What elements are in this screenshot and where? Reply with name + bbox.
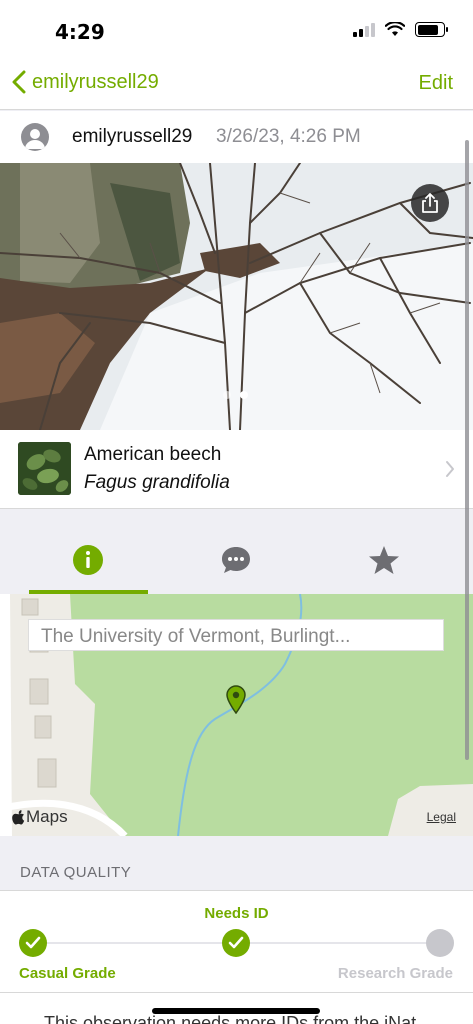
observation-photo[interactable] xyxy=(0,163,473,430)
avatar xyxy=(21,123,49,151)
detail-tabs xyxy=(0,510,473,594)
observer-row[interactable]: emilyrussell29 3/26/23, 4:26 PM xyxy=(0,111,473,163)
tab-favorites[interactable] xyxy=(310,544,458,594)
tab-activity[interactable] xyxy=(162,544,310,594)
status-time: 4:29 xyxy=(55,20,105,44)
page-dot-active[interactable] xyxy=(240,391,248,399)
chat-bubble-icon xyxy=(222,547,250,573)
chevron-right-icon xyxy=(446,461,454,477)
edit-button[interactable]: Edit xyxy=(419,72,453,95)
page-dot[interactable] xyxy=(223,391,231,399)
taxon-row[interactable]: American beech Fagus grandifolia xyxy=(0,430,473,509)
data-quality-header: DATA QUALITY xyxy=(20,864,132,881)
observation-date: 3/26/23, 4:26 PM xyxy=(216,126,361,147)
needs-id-check-icon xyxy=(222,929,250,957)
maps-legal-link[interactable]: Legal xyxy=(427,810,456,824)
status-bar: 4:29 xyxy=(0,0,473,62)
share-button[interactable] xyxy=(411,184,449,222)
observer-name: emilyrussell29 xyxy=(72,126,193,147)
explanation-text: This observation needs more IDs from the… xyxy=(44,1013,417,1024)
data-quality-panel: Needs ID Casual Grade Research Grade xyxy=(0,890,473,993)
casual-grade-label: Casual Grade xyxy=(19,965,116,982)
share-icon xyxy=(422,193,438,213)
back-button[interactable]: emilyrussell29 xyxy=(12,70,159,94)
needs-id-label: Needs ID xyxy=(204,905,269,922)
apple-logo-icon xyxy=(12,809,25,824)
maps-logo-text: Maps xyxy=(26,807,68,826)
taxon-scientific-name: Fagus grandifolia xyxy=(84,472,230,493)
research-grade-circle-icon xyxy=(426,929,454,957)
photo-page-indicator[interactable] xyxy=(223,391,248,399)
map-pin-icon[interactable] xyxy=(225,684,247,714)
taxon-common-name: American beech xyxy=(84,444,222,465)
info-icon xyxy=(73,545,103,575)
tab-info[interactable] xyxy=(14,544,162,594)
home-indicator[interactable] xyxy=(152,1008,320,1014)
photo-image xyxy=(0,163,473,430)
star-icon xyxy=(369,546,399,574)
back-label: emilyrussell29 xyxy=(32,70,159,93)
scroll-indicator xyxy=(465,140,469,760)
map-location-label: The University of Vermont, Burlingt... xyxy=(28,619,444,651)
location-map[interactable]: The University of Vermont, Burlingt... M… xyxy=(0,594,473,836)
apple-maps-logo: Maps xyxy=(12,807,68,827)
status-icons xyxy=(353,22,448,37)
casual-grade-check-icon xyxy=(19,929,47,957)
chevron-left-icon xyxy=(12,70,26,94)
taxon-thumbnail xyxy=(18,442,71,495)
wifi-icon xyxy=(385,22,405,36)
signal-icon xyxy=(353,22,375,37)
battery-icon xyxy=(415,22,448,37)
research-grade-label: Research Grade xyxy=(337,965,453,982)
nav-bar: emilyrussell29 Edit xyxy=(0,62,473,110)
